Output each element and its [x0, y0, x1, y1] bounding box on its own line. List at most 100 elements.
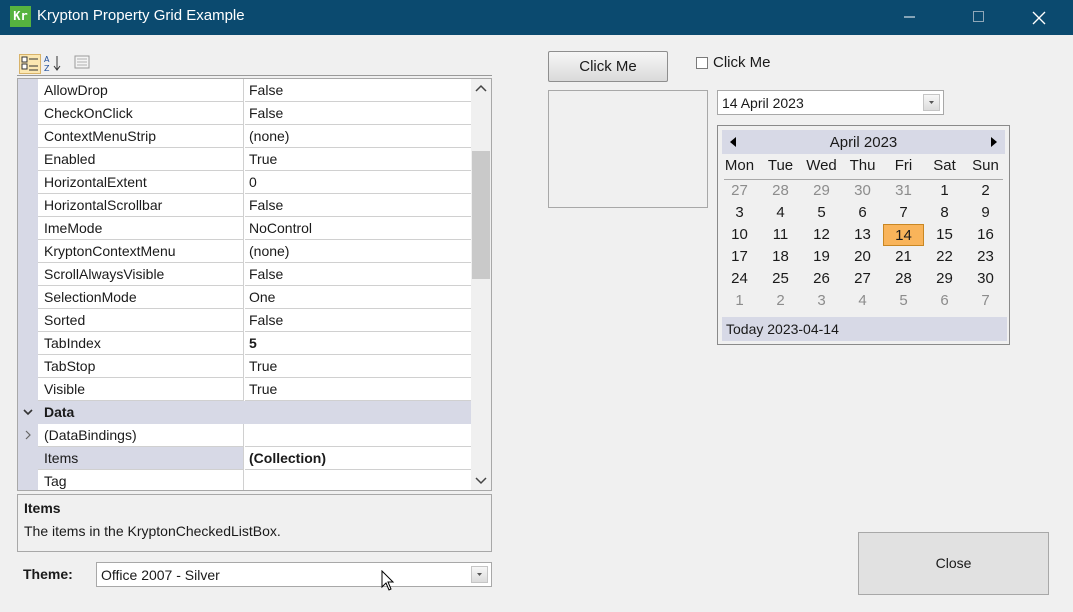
property-value[interactable]: 0 [245, 171, 471, 194]
calendar-day[interactable]: 14 [883, 224, 924, 246]
calendar-day[interactable]: 11 [760, 224, 801, 246]
calendar-day-other-month[interactable]: 31 [883, 180, 924, 202]
property-value[interactable]: 5 [245, 332, 471, 355]
property-row[interactable]: Sorted False [18, 309, 471, 332]
calendar-day-other-month[interactable]: 27 [719, 180, 760, 202]
calendar-day-other-month[interactable]: 5 [883, 290, 924, 312]
property-value[interactable]: (Collection) [245, 447, 471, 470]
property-row[interactable]: KryptonContextMenu (none) [18, 240, 471, 263]
calendar-day-other-month[interactable]: 29 [801, 180, 842, 202]
property-value[interactable]: False [245, 309, 471, 332]
property-value[interactable]: (none) [245, 125, 471, 148]
scroll-up-button[interactable] [471, 79, 491, 99]
property-value[interactable]: NoControl [245, 217, 471, 240]
next-month-icon[interactable] [989, 136, 999, 148]
calendar-day[interactable]: 20 [842, 246, 883, 268]
today-link[interactable]: Today 2023-04-14 [726, 321, 839, 337]
date-dropdown-button[interactable] [923, 94, 940, 111]
calendar-day[interactable]: 15 [924, 224, 965, 246]
property-row[interactable]: TabIndex 5 [18, 332, 471, 355]
property-row[interactable]: ImeMode NoControl [18, 217, 471, 240]
theme-dropdown-button[interactable] [471, 566, 488, 583]
calendar-day[interactable]: 30 [965, 268, 1006, 290]
property-value[interactable] [245, 424, 471, 447]
property-row[interactable]: (DataBindings) [18, 424, 471, 447]
property-value[interactable]: False [245, 263, 471, 286]
property-row[interactable]: AllowDrop False [18, 79, 471, 102]
scroll-thumb[interactable] [472, 151, 490, 279]
property-row-selected[interactable]: Items (Collection) [18, 447, 471, 470]
checked-list-box[interactable] [548, 90, 708, 208]
maximize-button[interactable] [956, 0, 1002, 35]
property-row[interactable]: TabStop True [18, 355, 471, 378]
calendar-day-other-month[interactable]: 30 [842, 180, 883, 202]
alphabetical-button[interactable]: A Z [43, 54, 65, 74]
calendar-day[interactable]: 10 [719, 224, 760, 246]
property-row[interactable]: ContextMenuStrip (none) [18, 125, 471, 148]
calendar-today-bar[interactable]: Today 2023-04-14 [722, 317, 1007, 341]
property-row[interactable]: Tag [18, 470, 471, 490]
calendar-day[interactable]: 16 [965, 224, 1006, 246]
click-me-button[interactable]: Click Me [548, 51, 668, 82]
property-value[interactable] [245, 470, 471, 490]
calendar-day-other-month[interactable]: 28 [760, 180, 801, 202]
close-window-button[interactable] [1015, 0, 1061, 35]
calendar-day[interactable]: 17 [719, 246, 760, 268]
calendar-day[interactable]: 9 [965, 202, 1006, 224]
calendar-day[interactable]: 19 [801, 246, 842, 268]
calendar-day-other-month[interactable]: 1 [719, 290, 760, 312]
scroll-down-button[interactable] [471, 470, 491, 490]
categorized-button[interactable] [19, 54, 41, 74]
calendar-day-other-month[interactable]: 2 [760, 290, 801, 312]
expand-icon[interactable] [21, 424, 35, 447]
minimize-button[interactable] [887, 0, 933, 35]
property-row[interactable]: ScrollAlwaysVisible False [18, 263, 471, 286]
calendar-day[interactable]: 12 [801, 224, 842, 246]
calendar-day[interactable]: 24 [719, 268, 760, 290]
collapse-icon[interactable] [21, 401, 35, 424]
calendar-day-other-month[interactable]: 7 [965, 290, 1006, 312]
property-value[interactable]: True [245, 148, 471, 171]
property-pages-button[interactable] [73, 54, 95, 74]
click-me-checkbox[interactable] [696, 57, 708, 69]
property-row[interactable]: HorizontalScrollbar False [18, 194, 471, 217]
calendar-day[interactable]: 8 [924, 202, 965, 224]
property-value[interactable]: One [245, 286, 471, 309]
checkbox-label[interactable]: Click Me [713, 54, 771, 71]
property-value[interactable]: (none) [245, 240, 471, 263]
date-picker[interactable]: 14 April 2023 [717, 90, 944, 115]
property-value[interactable]: False [245, 79, 471, 102]
calendar-day[interactable]: 18 [760, 246, 801, 268]
calendar-day[interactable]: 4 [760, 202, 801, 224]
property-row[interactable]: Enabled True [18, 148, 471, 171]
calendar-day[interactable]: 6 [842, 202, 883, 224]
calendar-day[interactable]: 22 [924, 246, 965, 268]
property-value[interactable]: True [245, 378, 471, 401]
calendar-day[interactable]: 5 [801, 202, 842, 224]
property-value[interactable]: False [245, 102, 471, 125]
month-calendar[interactable]: April 2023 Mon Tue Wed Thu Fri Sat Sun 27 28 29 3… [717, 125, 1010, 345]
calendar-day-other-month[interactable]: 3 [801, 290, 842, 312]
theme-combo[interactable]: Office 2007 - Silver [96, 562, 492, 587]
calendar-day-other-month[interactable]: 4 [842, 290, 883, 312]
calendar-day[interactable]: 21 [883, 246, 924, 268]
calendar-day[interactable]: 26 [801, 268, 842, 290]
calendar-day[interactable]: 29 [924, 268, 965, 290]
calendar-day[interactable]: 3 [719, 202, 760, 224]
property-row[interactable]: HorizontalExtent 0 [18, 171, 471, 194]
calendar-day[interactable]: 1 [924, 180, 965, 202]
calendar-day[interactable]: 28 [883, 268, 924, 290]
property-row[interactable]: SelectionMode One [18, 286, 471, 309]
property-grid-scrollbar[interactable] [471, 79, 491, 490]
property-value[interactable]: True [245, 355, 471, 378]
calendar-day-other-month[interactable]: 6 [924, 290, 965, 312]
property-grid[interactable]: AllowDrop False CheckOnClick False Conte… [17, 78, 492, 491]
calendar-day[interactable]: 2 [965, 180, 1006, 202]
calendar-day[interactable]: 27 [842, 268, 883, 290]
property-value[interactable]: False [245, 194, 471, 217]
calendar-day[interactable]: 25 [760, 268, 801, 290]
property-row[interactable]: Visible True [18, 378, 471, 401]
previous-month-icon[interactable] [728, 136, 738, 148]
calendar-day[interactable]: 13 [842, 224, 883, 246]
close-button[interactable]: Close [858, 532, 1049, 595]
